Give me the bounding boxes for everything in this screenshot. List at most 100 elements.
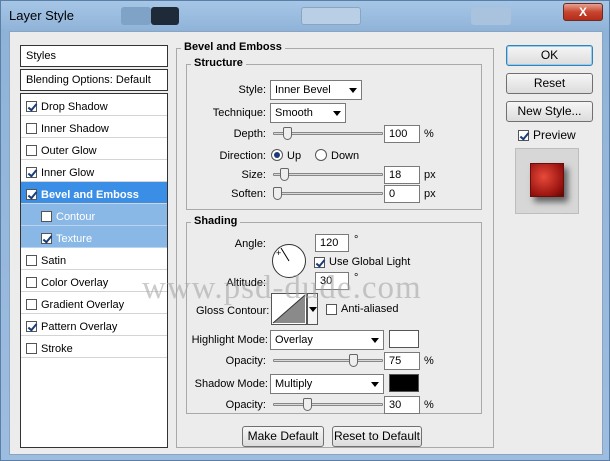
style-item[interactable]: Outer Glow [21,138,167,160]
angle-label: Angle: [234,238,266,250]
style-item[interactable]: Stroke [21,336,167,358]
style-item[interactable]: Gradient Overlay [21,292,167,314]
close-icon: X [578,5,587,19]
style-item-checkbox[interactable] [26,321,37,332]
size-slider-thumb[interactable] [280,168,290,181]
chevron-down-icon [333,111,341,116]
style-item-checkbox[interactable] [26,299,37,310]
anti-aliased-checkbox[interactable] [326,303,337,315]
shadow-opacity-input[interactable]: 30 [384,396,420,414]
style-item[interactable]: Drop Shadow [21,94,167,116]
style-preview [515,148,579,214]
anti-aliased-option[interactable]: Anti-aliased [326,303,398,315]
style-item-checkbox[interactable] [41,233,52,244]
global-light-option[interactable]: Use Global Light [314,256,410,268]
global-light-label: Use Global Light [329,256,411,268]
style-item[interactable]: Texture [21,226,167,248]
new-style-button[interactable]: New Style... [506,101,593,122]
reset-to-default-button[interactable]: Reset to Default [332,426,422,447]
preview-swatch [530,163,564,197]
highlight-mode-select[interactable]: Overlay [270,330,384,350]
direction-up-radio[interactable] [271,149,283,161]
style-item-label: Texture [56,232,93,245]
highlight-color-swatch[interactable] [389,330,419,348]
preview-label: Preview [533,128,576,142]
style-item[interactable]: Inner Glow [21,160,167,182]
style-item-checkbox[interactable] [26,343,37,354]
direction-up-label: Up [287,150,302,162]
ok-button[interactable]: OK [506,45,593,66]
structure-title: Structure [191,57,246,69]
shadow-opacity-track[interactable] [273,403,383,406]
highlight-opacity-input[interactable]: 75 [384,352,420,370]
technique-label: Technique: [212,107,266,119]
technique-select[interactable]: Smooth [270,103,346,123]
make-default-button[interactable]: Make Default [242,426,324,447]
style-item[interactable]: Inner Shadow [21,116,167,138]
close-button[interactable]: X [563,3,603,21]
soften-slider-track[interactable] [273,192,383,195]
soften-slider-thumb[interactable] [273,187,282,200]
shadow-color-swatch[interactable] [389,374,419,392]
gloss-contour-preview[interactable] [271,293,307,325]
soften-unit: px [424,188,436,200]
direction-label: Direction: [219,150,266,162]
shadow-mode-label: Shadow Mode: [194,378,268,390]
title-bar[interactable]: Layer Style X [1,1,609,31]
size-input[interactable]: 18 [384,166,420,184]
blending-options[interactable]: Blending Options: Default [20,69,168,91]
altitude-input[interactable]: 30 [315,272,349,290]
style-item-checkbox[interactable] [26,277,37,288]
style-item-checkbox[interactable] [41,211,52,222]
highlight-opacity-track[interactable] [273,359,383,362]
style-select[interactable]: Inner Bevel [270,80,362,100]
style-item[interactable]: Satin [21,248,167,270]
style-item-label: Outer Glow [41,144,97,157]
shadow-opacity-unit: % [424,399,434,411]
soften-input[interactable]: 0 [384,185,420,203]
shadow-opacity-label: Opacity: [225,399,266,411]
style-item-checkbox[interactable] [26,189,37,200]
style-item-checkbox[interactable] [26,145,37,156]
size-label: Size: [241,169,266,181]
svg-text:+: + [276,248,281,258]
style-item-label: Inner Glow [41,166,95,179]
style-item[interactable]: Color Overlay [21,270,167,292]
title-bar-shape [471,7,511,25]
style-item-checkbox[interactable] [26,123,37,134]
global-light-checkbox[interactable] [314,256,325,268]
style-item[interactable]: Contour [21,204,167,226]
highlight-opacity-thumb[interactable] [348,354,358,367]
depth-slider-thumb[interactable] [283,127,293,140]
chevron-down-icon [371,382,379,387]
style-item-checkbox[interactable] [26,101,37,112]
title-bar-shape [151,7,179,25]
style-item[interactable]: Bevel and Emboss [21,182,167,204]
reset-button[interactable]: Reset [506,73,593,94]
style-item-label: Inner Shadow [41,122,109,135]
gloss-contour-dropdown[interactable] [307,293,318,325]
style-item-checkbox[interactable] [26,167,37,178]
preview-checkbox[interactable] [518,129,529,141]
shadow-opacity-thumb[interactable] [303,398,313,411]
style-label: Style: [238,84,266,96]
depth-unit: % [424,128,434,140]
style-item-label: Contour [56,210,96,223]
shading-title: Shading [191,215,241,227]
shadow-mode-select[interactable]: Multiply [270,374,384,394]
depth-input[interactable]: 100 [384,125,420,143]
style-item[interactable]: Pattern Overlay [21,314,167,336]
angle-dial[interactable]: + [272,244,306,278]
preview-option[interactable]: Preview [518,128,576,142]
style-item-label: Satin [41,254,67,267]
size-slider-track[interactable] [273,173,383,176]
chevron-down-icon [371,338,379,343]
highlight-opacity-unit: % [424,355,434,367]
direction-down-radio[interactable] [315,149,327,161]
angle-input[interactable]: 120 [315,234,349,252]
chevron-down-icon [349,88,357,93]
style-item-label: Gradient Overlay [41,298,125,311]
style-item-checkbox[interactable] [26,255,37,266]
styles-header[interactable]: Styles [20,45,168,67]
dialog-body: Styles Blending Options: Default Drop Sh… [9,31,603,455]
